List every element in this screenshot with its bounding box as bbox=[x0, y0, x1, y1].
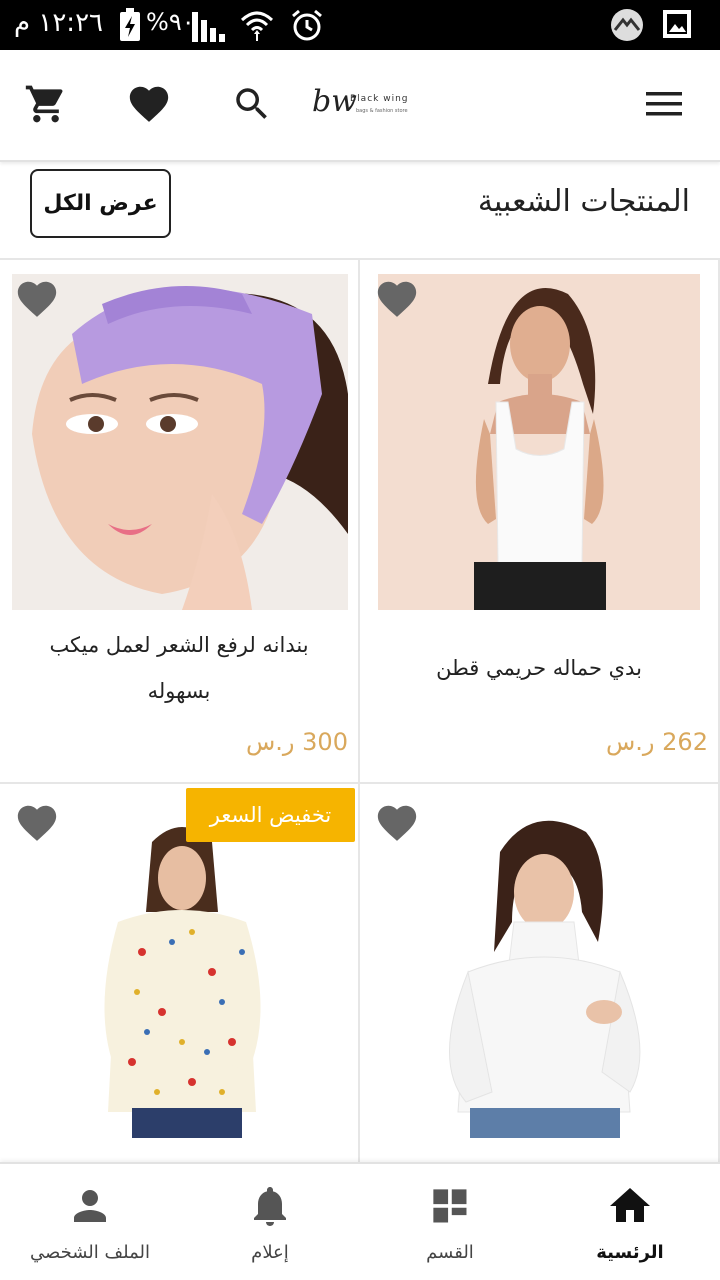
menu-icon bbox=[644, 89, 684, 123]
favorites-button[interactable] bbox=[123, 80, 175, 132]
bell-icon bbox=[246, 1182, 294, 1230]
cart-button[interactable] bbox=[20, 80, 72, 132]
product-grid: بدي حماله حريمي قطن 262 ر.س بندانه لرفع … bbox=[0, 258, 720, 1162]
nav-home[interactable]: الرئسية bbox=[540, 1164, 720, 1280]
heart-icon bbox=[374, 805, 420, 850]
app-header: bw Black wing bags & fashion store bbox=[0, 50, 720, 162]
favorite-toggle[interactable] bbox=[374, 276, 420, 322]
nav-home-label: الرئسية bbox=[596, 1242, 664, 1263]
brand-logo[interactable]: bw Black wing bags & fashion store bbox=[312, 84, 412, 128]
heart-icon bbox=[124, 81, 174, 131]
discount-badge: تخفيض السعر bbox=[186, 788, 355, 842]
nav-profile[interactable]: الملف الشخصي bbox=[0, 1164, 180, 1280]
wifi-icon bbox=[240, 8, 274, 46]
bottom-navigation: الرئسية القسم إعلام الملف الشخصي bbox=[0, 1162, 720, 1280]
nav-category-label: القسم bbox=[426, 1242, 474, 1263]
home-icon bbox=[606, 1182, 654, 1230]
search-icon bbox=[231, 83, 273, 129]
category-icon bbox=[426, 1182, 474, 1230]
battery-charging-icon bbox=[118, 8, 142, 46]
logo-tagline: bags & fashion store bbox=[356, 108, 408, 114]
section-title: المنتجات الشعبية bbox=[477, 184, 690, 219]
nav-notifications[interactable]: إعلام bbox=[180, 1164, 360, 1280]
product-card[interactable] bbox=[360, 784, 720, 1162]
nav-profile-label: الملف الشخصي bbox=[30, 1242, 150, 1263]
profile-icon bbox=[66, 1182, 114, 1230]
logo-name: Black wing bbox=[350, 94, 409, 104]
favorite-toggle[interactable] bbox=[14, 276, 60, 322]
nav-category[interactable]: القسم bbox=[360, 1164, 540, 1280]
product-card[interactable]: بندانه لرفع الشعر لعمل ميكب بسهوله 300 ر… bbox=[0, 260, 360, 784]
product-card[interactable]: تخفيض السعر bbox=[0, 784, 360, 1162]
signal-icon bbox=[190, 8, 226, 46]
product-card[interactable]: بدي حماله حريمي قطن 262 ر.س bbox=[360, 260, 720, 784]
heart-icon bbox=[14, 281, 60, 326]
product-price: 300 ر.س bbox=[246, 728, 348, 756]
product-image bbox=[378, 274, 700, 610]
product-price: 262 ر.س bbox=[606, 728, 708, 756]
heart-icon bbox=[374, 281, 420, 326]
heart-icon bbox=[14, 805, 60, 850]
alarm-icon bbox=[290, 8, 324, 46]
cloud-app-icon bbox=[610, 8, 644, 46]
favorite-toggle[interactable] bbox=[14, 800, 60, 846]
product-image bbox=[12, 802, 348, 1138]
cart-icon bbox=[23, 82, 69, 130]
menu-button[interactable] bbox=[638, 80, 690, 132]
nav-notifications-label: إعلام bbox=[251, 1242, 289, 1263]
search-button[interactable] bbox=[226, 80, 278, 132]
product-name: بندانه لرفع الشعر لعمل ميكب بسهوله bbox=[49, 633, 309, 703]
gallery-icon bbox=[662, 8, 692, 44]
status-bar: ١٢:٢٦ م %٩٠ bbox=[0, 0, 720, 50]
status-time: ١٢:٢٦ م bbox=[14, 8, 103, 38]
battery-percent: %٩٠ bbox=[146, 8, 195, 36]
product-image bbox=[12, 274, 348, 610]
product-name: بدي حماله حريمي قطن bbox=[436, 656, 642, 680]
view-all-button[interactable]: عرض الكل bbox=[30, 169, 171, 238]
favorite-toggle[interactable] bbox=[374, 800, 420, 846]
product-image bbox=[372, 802, 708, 1138]
